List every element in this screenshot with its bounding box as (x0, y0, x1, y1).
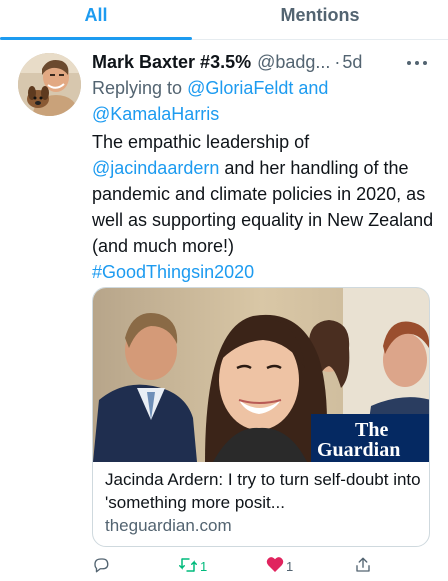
author-name[interactable]: Mark Baxter #3.5% (92, 52, 251, 73)
reply-icon (92, 556, 110, 577)
like-button[interactable]: 1 (266, 553, 293, 579)
hashtag-link[interactable]: #GoodThingsin2020 (92, 262, 254, 282)
separator-dot: · (334, 51, 341, 72)
tweet-time[interactable]: 5d (342, 52, 362, 73)
guardian-logo-the: The (355, 419, 388, 441)
card-domain: theguardian.com (105, 516, 232, 535)
reply-and: and (293, 78, 329, 98)
tab-mentions[interactable]: Mentions (192, 0, 448, 39)
tab-all[interactable]: All (0, 0, 192, 39)
share-icon (354, 556, 372, 577)
tweet[interactable]: Mark Baxter #3.5% @badg... · 5d Replying… (0, 41, 448, 581)
tab-mentions-label: Mentions (280, 5, 360, 25)
heart-icon (266, 556, 284, 576)
tab-all-label: All (84, 5, 108, 25)
tweet-text-part1: The empathic leadership of (92, 132, 310, 152)
reply-context: Replying to @GloriaFeldt and @KamalaHarri… (92, 75, 432, 127)
reply-prefix: Replying to (92, 78, 188, 98)
avatar[interactable] (18, 53, 81, 116)
active-tab-indicator (0, 37, 192, 40)
notification-tabs: All Mentions (0, 0, 448, 40)
like-count: 1 (286, 558, 294, 574)
card-text: Jacinda Ardern: I try to turn self-doubt… (105, 468, 423, 537)
mention-jacinda[interactable]: @jacindaardern (92, 158, 219, 178)
author-handle[interactable]: @badg... (257, 52, 330, 73)
guardian-logo-name: Guardian (317, 439, 400, 461)
card-image: The Guardian (93, 288, 429, 462)
link-card[interactable]: The Guardian Jacinda Ardern: I try to tu… (92, 287, 430, 547)
tweet-header: Mark Baxter #3.5% @badg... · 5d (92, 49, 438, 75)
retweet-button[interactable]: 1 (178, 553, 207, 579)
retweet-icon (178, 556, 198, 577)
more-icon[interactable] (406, 54, 428, 72)
reply-button[interactable] (92, 553, 112, 579)
card-title: Jacinda Ardern: I try to turn self-doubt… (105, 470, 421, 512)
reply-mention-gloria[interactable]: @GloriaFeldt (187, 78, 293, 98)
share-button[interactable] (354, 553, 374, 579)
tweet-actions: 1 1 (92, 553, 432, 579)
tweet-body: The empathic leadership of @jacindaardern… (92, 129, 438, 285)
retweet-count: 1 (200, 558, 208, 574)
reply-mention-kamala[interactable]: @KamalaHarris (92, 104, 219, 124)
